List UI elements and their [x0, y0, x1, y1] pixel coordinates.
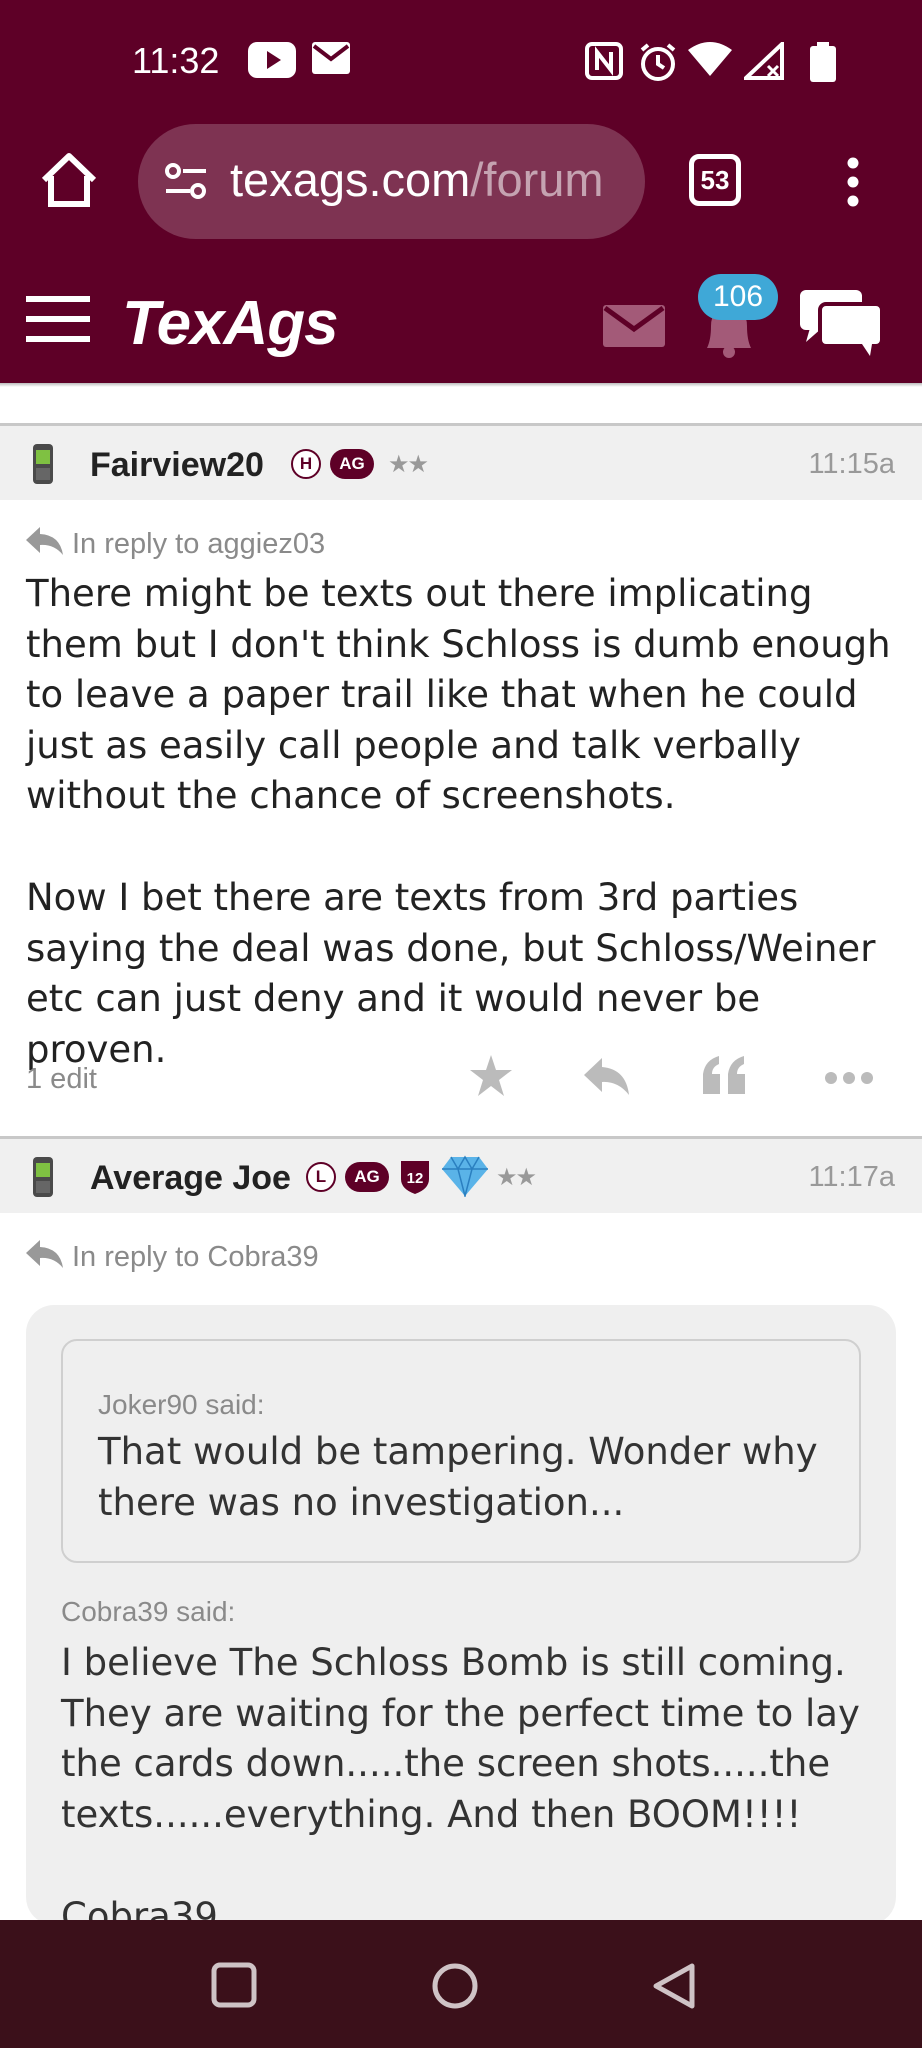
- alarm-icon: [638, 42, 678, 86]
- address-bar[interactable]: texags.com/forum: [138, 124, 645, 239]
- star-icon[interactable]: [469, 1055, 513, 1101]
- post-body-paragraph: Now I bet there are texts from 3rd parti…: [26, 876, 876, 1071]
- system-navigation-bar: [0, 1920, 922, 2048]
- recents-icon[interactable]: [211, 1962, 257, 2012]
- nfc-icon: [585, 42, 623, 84]
- chat-icon[interactable]: [800, 290, 884, 362]
- battery-icon: [810, 42, 836, 86]
- reply-arrow-icon: [26, 527, 63, 555]
- post-body-paragraph: There might be texts out there implicati…: [26, 572, 891, 817]
- status-time: 11:32: [132, 40, 220, 81]
- signal-icon: [740, 39, 784, 84]
- back-icon[interactable]: [652, 1962, 696, 2014]
- header-shadow: [0, 383, 922, 387]
- home-nav-icon[interactable]: [431, 1962, 479, 2014]
- quote-block: Joker90 said: That would be tampering. W…: [26, 1305, 896, 1938]
- post-header: Fairview20 H AG ★★ 11:15a: [0, 423, 922, 500]
- quote-text: That would be tampering. Wonder why ther…: [98, 1430, 818, 1524]
- quote-icon[interactable]: [703, 1056, 747, 1100]
- 12th-man-shield-icon: 12: [399, 1159, 431, 1199]
- reply-arrow-icon: [26, 1240, 63, 1268]
- post-time: 11:17a: [808, 1161, 895, 1193]
- reply-icon[interactable]: [584, 1058, 630, 1100]
- badge-h: H: [291, 449, 321, 479]
- status-bar: 11:32: [0, 0, 922, 120]
- reply-to-link[interactable]: In reply to Cobra39: [26, 1240, 319, 1274]
- ellipsis-icon[interactable]: [824, 1070, 874, 1089]
- quote-author: Joker90 said:: [98, 1389, 265, 1420]
- post-header: Average Joe L AG 12 ★★ 11:17a: [0, 1136, 922, 1213]
- star-rating-icon: ★★: [388, 450, 429, 478]
- quote-author: Cobra39 said:: [61, 1596, 236, 1627]
- site-settings-icon[interactable]: [164, 161, 208, 205]
- svg-text:12: 12: [407, 1170, 424, 1187]
- nested-quote-block: Joker90 said: That would be tampering. W…: [61, 1339, 861, 1563]
- mobile-phone-icon: [30, 1155, 56, 1203]
- post-time: 11:15a: [808, 448, 895, 480]
- badge-l: L: [306, 1162, 336, 1192]
- badge-ag: AG: [345, 1162, 389, 1192]
- tab-switcher-button[interactable]: 53: [689, 154, 741, 206]
- youtube-icon: [248, 42, 296, 82]
- mobile-phone-icon: [30, 442, 56, 490]
- reply-to-link[interactable]: In reply to aggiez03: [26, 527, 325, 561]
- wifi-icon: [688, 42, 732, 82]
- edit-count[interactable]: 1 edit: [26, 1063, 97, 1096]
- messages-icon[interactable]: [603, 305, 665, 351]
- notification-count-badge[interactable]: 106: [698, 274, 778, 320]
- more-options-icon[interactable]: [847, 157, 859, 211]
- post-username[interactable]: Average Joe: [90, 1159, 291, 1198]
- star-rating-icon: ★★: [496, 1163, 537, 1191]
- post-username[interactable]: Fairview20: [90, 446, 264, 485]
- quote-text: I believe The Schloss Bomb is still comi…: [61, 1641, 860, 1836]
- diamond-icon: [441, 1155, 489, 1201]
- badge-ag: AG: [330, 449, 374, 479]
- app-header: 11:32 texags.com/forum 53 TexAgs 106: [0, 0, 922, 383]
- menu-icon[interactable]: [26, 296, 90, 346]
- url-text[interactable]: texags.com/forum: [230, 152, 630, 207]
- site-logo[interactable]: TexAgs: [122, 288, 339, 359]
- home-icon[interactable]: [38, 152, 100, 212]
- mail-status-icon: [312, 42, 350, 78]
